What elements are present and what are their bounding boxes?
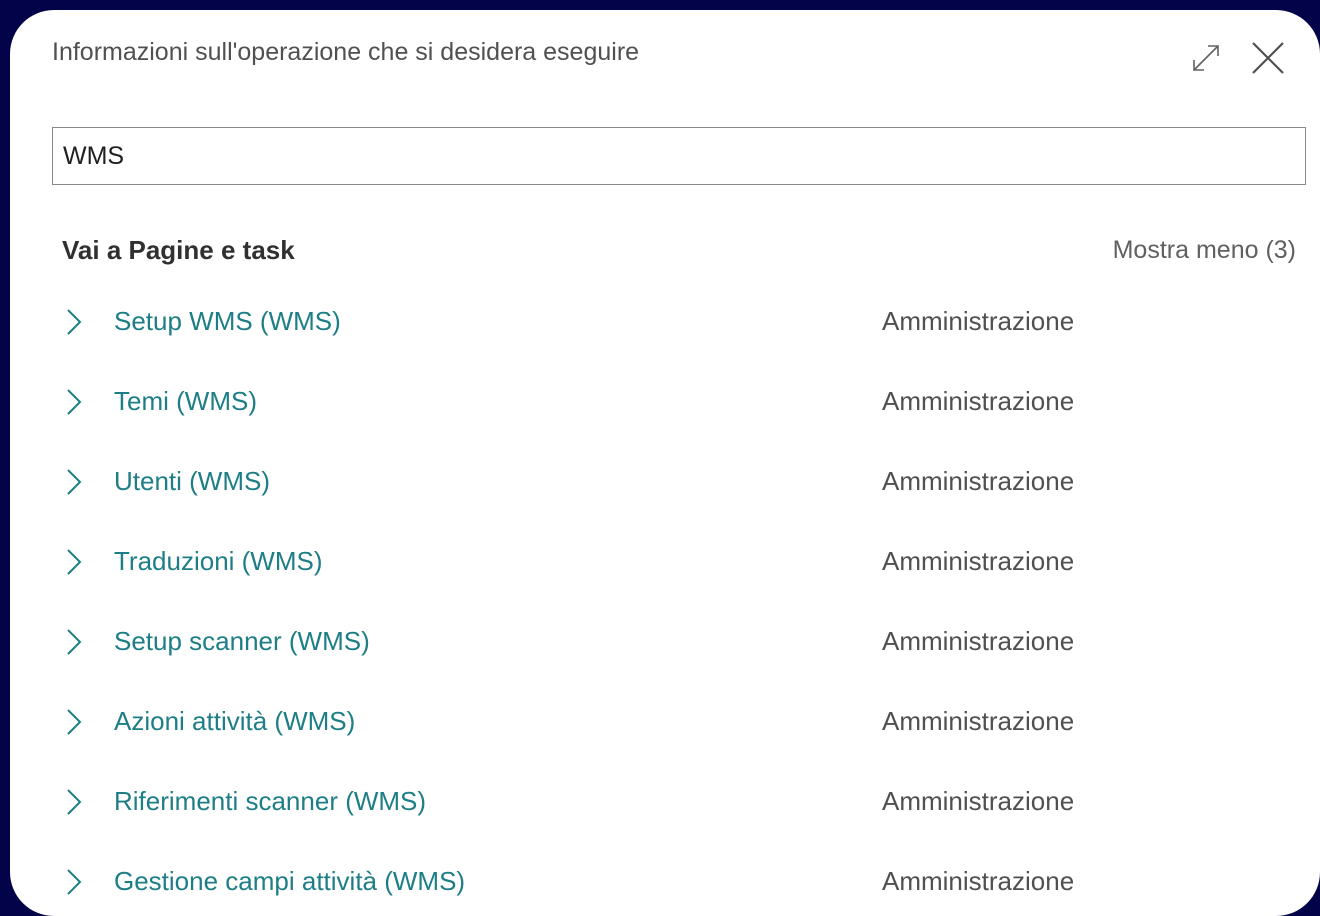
chevron-right-icon [67,789,82,815]
result-category: Amministrazione [882,706,1075,736]
result-row[interactable]: Utenti (WMS) Amministrazione [10,442,1320,522]
result-name[interactable]: Setup scanner (WMS) [114,626,370,657]
search-field-wrapper [52,127,1306,185]
result-name[interactable]: Gestione campi attività (WMS) [114,866,465,897]
result-row[interactable]: Gestione campi attività (WMS) Amministraz… [10,842,1320,916]
dialog-header-actions [1182,34,1292,82]
result-name[interactable]: Azioni attività (WMS) [114,706,355,737]
chevron-right-icon [67,309,82,335]
result-row[interactable]: Traduzioni (WMS) Amministrazione [10,522,1320,602]
results-list: Setup WMS (WMS) Amministrazione Temi (WMS)… [10,282,1320,916]
chevron-right-icon [67,389,82,415]
result-category: Amministrazione [882,786,1075,816]
chevron-right-icon [67,549,82,575]
section-header: Vai a Pagine e task Mostra meno (3) [62,230,1296,270]
chevron-right-icon [67,869,82,895]
show-less-link[interactable]: Mostra meno (3) [1113,236,1296,265]
chevron-right-icon [67,469,82,495]
result-category: Amministrazione [882,466,1075,496]
search-input[interactable] [63,128,1305,184]
result-category: Amministrazione [882,626,1075,656]
result-name[interactable]: Riferimenti scanner (WMS) [114,786,426,817]
result-name[interactable]: Temi (WMS) [114,386,257,417]
result-row[interactable]: Temi (WMS) Amministrazione [10,362,1320,442]
result-name[interactable]: Utenti (WMS) [114,466,270,497]
result-row[interactable]: Riferimenti scanner (WMS) Amministrazione [10,762,1320,842]
chevron-right-icon [67,709,82,735]
result-category: Amministrazione [882,386,1075,416]
expand-button[interactable] [1182,34,1230,82]
result-category: Amministrazione [882,546,1075,576]
expand-diagonal-icon [1193,45,1219,71]
close-icon [1252,42,1284,74]
result-row[interactable]: Setup scanner (WMS) Amministrazione [10,602,1320,682]
result-row[interactable]: Azioni attività (WMS) Amministrazione [10,682,1320,762]
search-dialog: Informazioni sull'operazione che si desi… [10,10,1320,916]
section-title: Vai a Pagine e task [62,234,295,265]
close-button[interactable] [1244,34,1292,82]
result-row[interactable]: Setup WMS (WMS) Amministrazione [10,282,1320,362]
result-category: Amministrazione [882,306,1075,336]
result-name[interactable]: Setup WMS (WMS) [114,306,341,337]
chevron-right-icon [67,629,82,655]
result-name[interactable]: Traduzioni (WMS) [114,546,323,577]
result-category: Amministrazione [882,866,1075,896]
dialog-title: Informazioni sull'operazione che si desi… [52,38,640,66]
